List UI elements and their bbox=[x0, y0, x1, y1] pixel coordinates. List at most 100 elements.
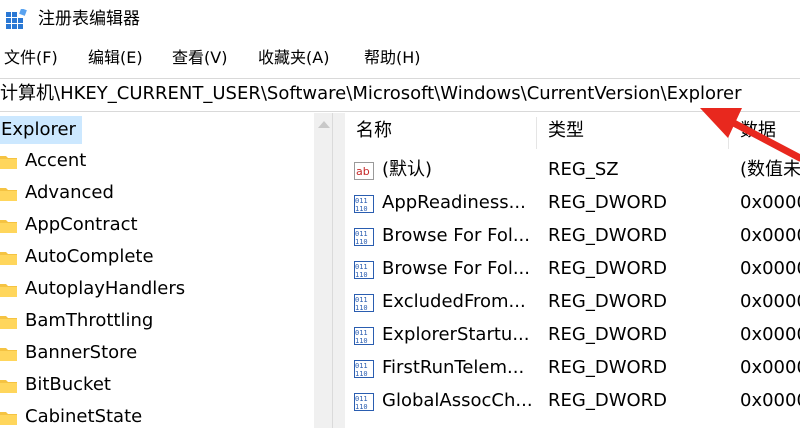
value-name: (默认) bbox=[382, 159, 433, 180]
tree-item-bannerstore[interactable]: BannerStore bbox=[0, 339, 310, 369]
value-data: 0x0000 bbox=[740, 357, 800, 378]
tree-item-label: Explorer bbox=[1, 119, 76, 140]
value-type: REG_DWORD bbox=[548, 192, 668, 213]
value-type: REG_DWORD bbox=[548, 357, 668, 378]
menu-file[interactable]: 文件(F) bbox=[4, 47, 58, 69]
tree-item-label: AutoplayHandlers bbox=[25, 278, 186, 299]
value-type: REG_DWORD bbox=[548, 390, 668, 411]
menu-help[interactable]: 帮助(H) bbox=[364, 47, 421, 69]
tree-item-label: BannerStore bbox=[25, 342, 138, 363]
svg-text:110: 110 bbox=[355, 271, 368, 279]
tree-item-autocomplete[interactable]: AutoComplete bbox=[0, 243, 310, 273]
binary-value-icon: 011 110 bbox=[354, 327, 374, 345]
svg-text:ab: ab bbox=[356, 165, 370, 178]
column-type-header[interactable]: 类型 bbox=[548, 120, 584, 142]
value-name: Browse For Fol... bbox=[382, 258, 530, 279]
tree-item-accent[interactable]: Accent bbox=[0, 147, 310, 177]
string-value-icon: ab bbox=[354, 162, 374, 180]
tree-item-label: BamThrottling bbox=[25, 310, 154, 331]
folder-icon bbox=[0, 220, 17, 233]
svg-text:011: 011 bbox=[355, 395, 368, 403]
column-divider[interactable] bbox=[728, 117, 729, 149]
tree-scrollbar[interactable] bbox=[314, 113, 332, 428]
svg-text:011: 011 bbox=[355, 329, 368, 337]
value-name: ExplorerStartu... bbox=[382, 324, 530, 345]
table-row[interactable]: 011 110 ExplorerStartu... REG_DWORD 0x00… bbox=[344, 320, 800, 350]
menu-favorites[interactable]: 收藏夹(A) bbox=[258, 47, 329, 69]
folder-icon bbox=[0, 348, 17, 361]
value-data: 0x0000 bbox=[740, 258, 800, 279]
table-row[interactable]: 011 110 GlobalAssocCh... REG_DWORD 0x000… bbox=[344, 386, 800, 416]
tree-item-cabinetstate[interactable]: CabinetState bbox=[0, 403, 310, 428]
binary-value-icon: 011 110 bbox=[354, 294, 374, 312]
value-type: REG_DWORD bbox=[548, 324, 668, 345]
folder-icon bbox=[0, 188, 17, 201]
tree-item-autoplayhandlers[interactable]: AutoplayHandlers bbox=[0, 275, 310, 305]
column-divider[interactable] bbox=[536, 117, 537, 149]
value-name: GlobalAssocCh... bbox=[382, 390, 533, 411]
svg-text:011: 011 bbox=[355, 263, 368, 271]
table-row[interactable]: 011 110 FirstRunTelem... REG_DWORD 0x000… bbox=[344, 353, 800, 383]
table-row[interactable]: 011 110 Browse For Fol... REG_DWORD 0x00… bbox=[344, 254, 800, 284]
window-title: 注册表编辑器 bbox=[38, 9, 140, 29]
menu-bar: 文件(F) 编辑(E) 查看(V) 收藏夹(A) 帮助(H) bbox=[0, 44, 800, 72]
binary-value-icon: 011 110 bbox=[354, 360, 374, 378]
menu-edit[interactable]: 编辑(E) bbox=[88, 47, 143, 69]
tree-item-bamthrottling[interactable]: BamThrottling bbox=[0, 307, 310, 337]
binary-value-icon: 011 110 bbox=[354, 228, 374, 246]
svg-text:110: 110 bbox=[355, 238, 368, 246]
tree-item-bitbucket[interactable]: BitBucket bbox=[0, 371, 310, 401]
scroll-up-icon[interactable] bbox=[318, 121, 330, 128]
svg-text:110: 110 bbox=[355, 205, 368, 213]
value-data: 0x0000 bbox=[740, 225, 800, 246]
tree-item-label: Advanced bbox=[25, 182, 114, 203]
value-data: 0x0000 bbox=[740, 390, 800, 411]
column-name-header[interactable]: 名称 bbox=[356, 120, 392, 142]
value-name: ExcludedFrom... bbox=[382, 291, 526, 312]
value-list[interactable]: 名称 类型 数据 ab (默认) REG_SZ (数值未 011 110 App… bbox=[344, 113, 800, 428]
column-data-header[interactable]: 数据 bbox=[740, 120, 776, 142]
value-type: REG_SZ bbox=[548, 159, 619, 180]
value-type: REG_DWORD bbox=[548, 291, 668, 312]
svg-text:110: 110 bbox=[355, 370, 368, 378]
address-path[interactable]: 计算机\HKEY_CURRENT_USER\Software\Microsoft… bbox=[0, 83, 742, 105]
tree-item-advanced[interactable]: Advanced bbox=[0, 179, 310, 209]
table-row[interactable]: 011 110 ExcludedFrom... REG_DWORD 0x0000 bbox=[344, 287, 800, 317]
value-name: FirstRunTelem... bbox=[382, 357, 525, 378]
tree-item-label: AppContract bbox=[25, 214, 138, 235]
value-name: AppReadiness... bbox=[382, 192, 526, 213]
binary-value-icon: 011 110 bbox=[354, 261, 374, 279]
tree-item-label: AutoComplete bbox=[25, 246, 154, 267]
value-type: REG_DWORD bbox=[548, 258, 668, 279]
folder-icon bbox=[0, 284, 17, 297]
table-row[interactable]: 011 110 Browse For Fol... REG_DWORD 0x00… bbox=[344, 221, 800, 251]
value-data: 0x0000 bbox=[740, 192, 800, 213]
address-bar[interactable]: 计算机\HKEY_CURRENT_USER\Software\Microsoft… bbox=[0, 78, 800, 112]
title-bar: 注册表编辑器 bbox=[0, 0, 800, 40]
tree-item-selected[interactable]: Explorer bbox=[0, 116, 82, 144]
folder-icon bbox=[0, 316, 17, 329]
folder-icon bbox=[0, 380, 17, 393]
value-name: Browse For Fol... bbox=[382, 225, 530, 246]
svg-text:011: 011 bbox=[355, 230, 368, 238]
tree-item-label: Accent bbox=[25, 150, 87, 171]
menu-view[interactable]: 查看(V) bbox=[172, 47, 227, 69]
key-tree[interactable]: Explorer Accent Advanced AppContract Aut… bbox=[0, 113, 314, 428]
value-data: (数值未 bbox=[740, 159, 800, 180]
folder-icon bbox=[0, 252, 17, 265]
svg-text:110: 110 bbox=[355, 337, 368, 345]
svg-text:110: 110 bbox=[355, 403, 368, 411]
table-row[interactable]: ab (默认) REG_SZ (数值未 bbox=[344, 155, 800, 185]
folder-icon bbox=[0, 412, 17, 425]
binary-value-icon: 011 110 bbox=[354, 393, 374, 411]
value-data: 0x0000 bbox=[740, 324, 800, 345]
binary-value-icon: 011 110 bbox=[354, 195, 374, 213]
svg-text:011: 011 bbox=[355, 296, 368, 304]
tree-item-label: BitBucket bbox=[25, 374, 111, 395]
folder-icon bbox=[0, 156, 17, 169]
registry-editor-icon bbox=[6, 9, 27, 29]
tree-item-appcontract[interactable]: AppContract bbox=[0, 211, 310, 241]
svg-text:011: 011 bbox=[355, 362, 368, 370]
table-row[interactable]: 011 110 AppReadiness... REG_DWORD 0x0000 bbox=[344, 188, 800, 218]
svg-text:011: 011 bbox=[355, 197, 368, 205]
